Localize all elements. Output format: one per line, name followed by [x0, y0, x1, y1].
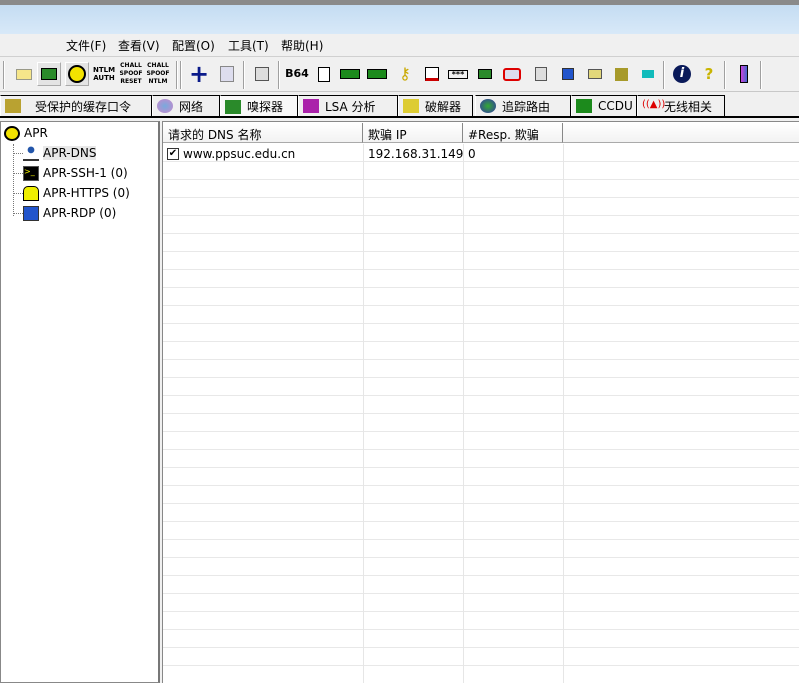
remote-desktop-icon — [23, 205, 39, 221]
tab-bar: 受保护的缓存口令 网络 嗅探器 LSA 分析 破解器 追踪路由 CCDU ((▲… — [0, 95, 799, 117]
open-folder-icon[interactable] — [12, 62, 36, 86]
password-asterisk-icon[interactable]: *** — [446, 62, 470, 86]
terminal-icon[interactable] — [500, 62, 524, 86]
add-icon[interactable]: + — [187, 62, 211, 86]
menu-bar: 文件(F) 查看(V) 配置(O) 工具(T) 帮助(H) — [0, 34, 799, 56]
tree-item-apr-dns[interactable]: APR-DNS — [23, 144, 97, 162]
tab-sniffer[interactable]: 嗅探器 — [220, 95, 298, 117]
tree-line — [13, 144, 14, 216]
certificate-icon[interactable] — [250, 62, 274, 86]
column-divider — [463, 144, 464, 683]
vpn-icon[interactable] — [365, 62, 389, 86]
menu-config[interactable]: 配置(O) — [170, 37, 217, 54]
toolbar-separator — [176, 61, 178, 89]
ntlm-auth-icon[interactable]: NTLM AUTH — [92, 62, 116, 86]
column-header-resp[interactable]: #Resp. 欺骗 — [463, 123, 563, 143]
info-icon[interactable]: i — [670, 62, 694, 86]
column-divider — [363, 144, 364, 683]
menu-tools[interactable]: 工具(T) — [226, 37, 271, 54]
tab-protected-cache[interactable]: 受保护的缓存口令 — [0, 95, 152, 116]
dns-spoof-table: 请求的 DNS 名称 欺骗 IP #Resp. 欺骗 ✔ www.ppsuc.e… — [162, 121, 799, 683]
network-card-icon[interactable] — [473, 62, 497, 86]
menu-help[interactable]: 帮助(H) — [279, 37, 325, 54]
recycle-icon[interactable] — [215, 62, 239, 86]
toolbar-separator — [243, 61, 245, 89]
remote-desktop-icon[interactable] — [556, 62, 580, 86]
sniffer-toggle-icon[interactable] — [37, 62, 61, 86]
chall-spoof-reset-icon[interactable]: CHALL SPOOF RESET — [119, 62, 143, 86]
toolbar-grip — [3, 61, 5, 89]
tab-traceroute[interactable]: 追踪路由 — [475, 95, 571, 116]
column-divider — [563, 144, 564, 683]
toolbar-grip — [180, 61, 182, 89]
tab-wireless[interactable]: ((▲)) 无线相关 — [637, 95, 725, 116]
tab-network[interactable]: 网络 — [152, 95, 220, 116]
lsa-icon — [303, 99, 319, 113]
tree-item-apr-rdp[interactable]: APR-RDP (0) — [23, 204, 116, 222]
tree-item-apr-https[interactable]: APR-HTTPS (0) — [23, 184, 130, 202]
toolbar-separator — [760, 61, 762, 89]
wireless-station-icon[interactable] — [636, 62, 660, 86]
ccdu-icon — [576, 99, 592, 113]
wireless-key-icon[interactable]: ⚷ — [393, 62, 417, 86]
apr-radiation-icon[interactable] — [65, 62, 89, 86]
globe-icon — [480, 99, 496, 113]
column-header-empty — [563, 123, 799, 143]
toolbar: NTLM AUTH CHALL SPOOF RESET CHALL SPOOF … — [0, 56, 799, 92]
tree-line — [13, 193, 23, 194]
network-icon — [23, 145, 39, 161]
sniffer-icon — [225, 99, 241, 114]
menu-file[interactable]: 文件(F) — [64, 37, 108, 54]
column-header-spoof-ip[interactable]: 欺骗 IP — [363, 123, 463, 143]
tab-ccdu[interactable]: CCDU — [571, 95, 637, 116]
spoof-ip-cell: 192.168.31.149 — [368, 147, 464, 161]
exit-icon[interactable] — [732, 62, 756, 86]
toolbar-separator — [724, 61, 726, 89]
key-document-icon[interactable] — [312, 62, 336, 86]
key-icon — [403, 99, 419, 113]
tree-item-apr-ssh[interactable]: >_ APR-SSH-1 (0) — [23, 164, 128, 182]
chall-spoof-ntlm-icon[interactable]: CHALL SPOOF NTLM — [146, 62, 170, 86]
tree-item-apr[interactable]: APR — [4, 124, 48, 142]
toolbar-separator — [278, 61, 280, 89]
tab-lsa[interactable]: LSA 分析 — [298, 95, 398, 116]
tab-cracker[interactable]: 破解器 — [398, 95, 473, 116]
toolbar-separator — [663, 61, 665, 89]
resp-count-cell: 0 — [468, 147, 476, 161]
radiation-icon — [4, 125, 20, 141]
lock-icon — [23, 185, 39, 201]
column-header-dns-name[interactable]: 请求的 DNS 名称 — [163, 123, 363, 143]
help-icon[interactable]: ? — [697, 62, 721, 86]
title-bar — [0, 0, 799, 34]
cache-icon — [5, 99, 21, 113]
base64-icon[interactable]: B64 — [285, 62, 309, 86]
tab-underline — [0, 116, 799, 119]
phone-icon[interactable] — [583, 62, 607, 86]
tree-line — [13, 153, 23, 154]
row-checkbox[interactable]: ✔ — [167, 148, 179, 160]
tree-line — [13, 213, 23, 214]
globe-icon — [157, 99, 173, 113]
terminal-icon: >_ — [23, 165, 39, 181]
apr-tree: APR APR-DNS >_ APR-SSH-1 (0) APR-HTTPS (0… — [0, 121, 160, 683]
lsa-secrets-icon[interactable] — [338, 62, 362, 86]
antenna-icon: ((▲)) — [642, 99, 666, 110]
tree-line — [13, 173, 23, 174]
menu-view[interactable]: 查看(V) — [116, 37, 162, 54]
table-grid — [163, 144, 799, 683]
hash-calculator-icon[interactable] — [420, 62, 444, 86]
tools-icon[interactable] — [529, 62, 553, 86]
key-icon[interactable] — [609, 62, 633, 86]
dns-name-cell: www.ppsuc.edu.cn — [183, 147, 296, 161]
